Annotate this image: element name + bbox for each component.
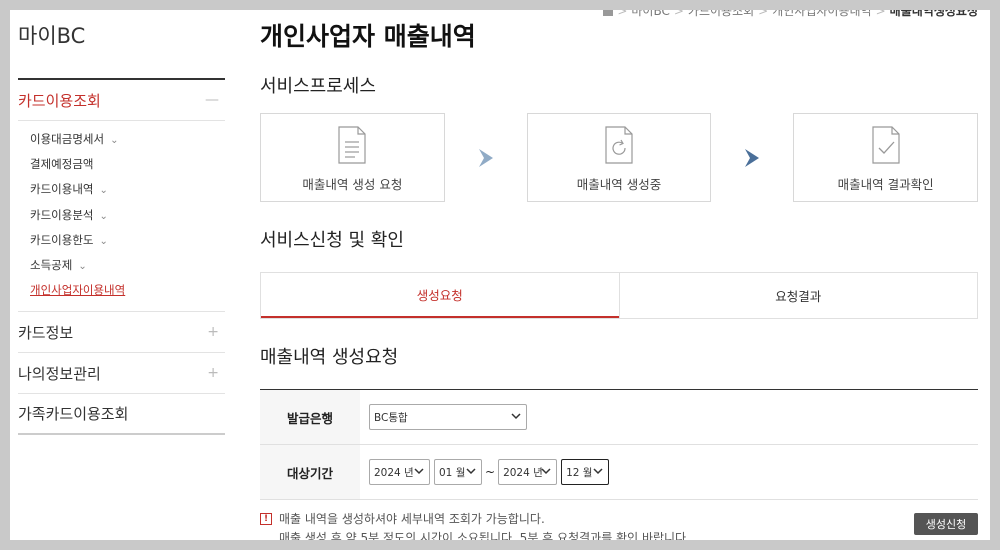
- sidebar-item-card-info[interactable]: 카드정보 +: [18, 312, 225, 354]
- sidebar-item-my-info[interactable]: 나의정보관리 +: [18, 353, 225, 395]
- arrow-right-icon: [711, 148, 793, 168]
- document-icon: [338, 126, 366, 164]
- sidebar-item-label: 카드정보: [18, 323, 74, 342]
- tab-request[interactable]: 생성요청: [261, 273, 619, 318]
- tab-result[interactable]: 요청결과: [618, 273, 978, 318]
- chevron-down-icon: ⌄: [78, 260, 87, 272]
- step-processing: 매출내역 생성중: [526, 113, 712, 202]
- notice-area: ! 매출 내역을 생성하셔야 세부내역 조회가 가능합니다. 매출 생성 후 약…: [260, 510, 978, 540]
- step-label: 매출내역 결과확인: [837, 177, 934, 192]
- main-content: 개인사업자 매출내역 서비스프로세스 매출내역 생성 요청 매출내역 생성중 매…: [260, 10, 979, 540]
- chevron-down-icon: [511, 413, 521, 420]
- chevron-down-icon: ⌄: [99, 185, 108, 197]
- form-title: 매출내역 생성요청: [260, 347, 399, 368]
- generate-request-button[interactable]: 생성신청: [914, 513, 978, 535]
- page-frame: > 마이BC > 카드이용조회 > 개인사업자이용내역 > 매출내역생성요청 마이BC 카드이…: [10, 10, 990, 540]
- start-month-select[interactable]: 01 월: [434, 459, 482, 485]
- warning-icon: !: [260, 513, 272, 525]
- step-result: 매출내역 결과확인: [793, 113, 979, 202]
- submenu-item[interactable]: 소득공제 ⌄: [30, 253, 225, 278]
- submenu-item[interactable]: 이용대금명세서 ⌄: [30, 127, 225, 152]
- start-year-select[interactable]: 2024 년: [369, 459, 430, 485]
- sidebar-item-label: 가족카드이용조회: [18, 405, 129, 424]
- form-row-period: 대상기간 2024 년 01 월 ~ 2024 년 12 월: [260, 445, 978, 500]
- sidebar-item-label: 나의정보관리: [18, 364, 101, 383]
- notice-text: ! 매출 내역을 생성하셔야 세부내역 조회가 가능합니다.: [260, 510, 978, 529]
- sidebar-submenu: 이용대금명세서 ⌄ 결제예정금액 카드이용내역 ⌄ 카드이용분석 ⌄ 카드이용한도 ⌄ …: [18, 121, 225, 313]
- chevron-down-icon: ⌄: [99, 210, 108, 222]
- bank-label: 발급은행: [260, 390, 360, 444]
- page-title: 개인사업자 매출내역: [260, 22, 476, 51]
- apply-title: 서비스신청 및 확인: [260, 230, 404, 251]
- sidebar-item-card-usage[interactable]: 카드이용조회 —: [18, 80, 225, 121]
- sidebar-item-family[interactable]: 가족카드이용조회: [18, 394, 225, 436]
- expand-icon[interactable]: +: [207, 365, 219, 381]
- chevron-down-icon: ⌄: [99, 235, 108, 247]
- document-refresh-icon: [605, 126, 633, 164]
- expand-icon[interactable]: +: [207, 324, 219, 340]
- arrow-right-icon: [445, 148, 527, 168]
- submenu-item[interactable]: 카드이용내역 ⌄: [30, 177, 225, 202]
- step-label: 매출내역 생성 요청: [302, 177, 403, 192]
- document-check-icon: [872, 126, 900, 164]
- submenu-item[interactable]: 결제예정금액: [30, 152, 225, 177]
- submenu-item-active[interactable]: 개인사업자이용내역: [30, 278, 225, 303]
- period-label: 대상기간: [260, 445, 360, 499]
- end-month-select[interactable]: 12 월: [561, 459, 610, 485]
- period-separator: ~: [485, 465, 496, 479]
- tab-bar: 생성요청 요청결과: [260, 272, 978, 319]
- sidebar-menu: 카드이용조회 — 이용대금명세서 ⌄ 결제예정금액 카드이용내역 ⌄ 카드이용분석 ⌄…: [18, 78, 225, 436]
- chevron-down-icon: [541, 468, 551, 475]
- process-title: 서비스프로세스: [260, 76, 376, 97]
- notice-text: 매출 생성 후 약 5분 정도의 시간이 소요됩니다. 5분 후 요청결과를 확…: [279, 531, 690, 540]
- process-steps: 매출내역 생성 요청 매출내역 생성중 매출내역 결과확인: [260, 113, 979, 202]
- chevron-down-icon: [414, 468, 424, 475]
- bank-select[interactable]: BC통합: [369, 404, 527, 430]
- end-year-select[interactable]: 2024 년: [498, 459, 558, 485]
- form-row-bank: 발급은행 BC통합: [260, 390, 978, 445]
- sidebar-brand[interactable]: 마이BC: [18, 20, 225, 78]
- chevron-down-icon: ⌄: [110, 135, 119, 146]
- chevron-down-icon: [466, 468, 476, 475]
- step-request: 매출내역 생성 요청: [260, 113, 445, 202]
- request-form: 발급은행 BC통합 대상기간 2024 년 01 월 ~ 2024 년 12 월: [260, 389, 978, 500]
- sidebar-item-label: 카드이용조회: [18, 91, 101, 110]
- sidebar: 마이BC 카드이용조회 — 이용대금명세서 ⌄ 결제예정금액 카드이용내역 ⌄ 카드…: [18, 10, 225, 436]
- chevron-down-icon: [593, 468, 603, 475]
- collapse-icon[interactable]: —: [205, 92, 219, 108]
- submenu-item[interactable]: 카드이용분석 ⌄: [30, 203, 225, 228]
- submenu-item[interactable]: 카드이용한도 ⌄: [30, 228, 225, 253]
- step-label: 매출내역 생성중: [576, 177, 662, 192]
